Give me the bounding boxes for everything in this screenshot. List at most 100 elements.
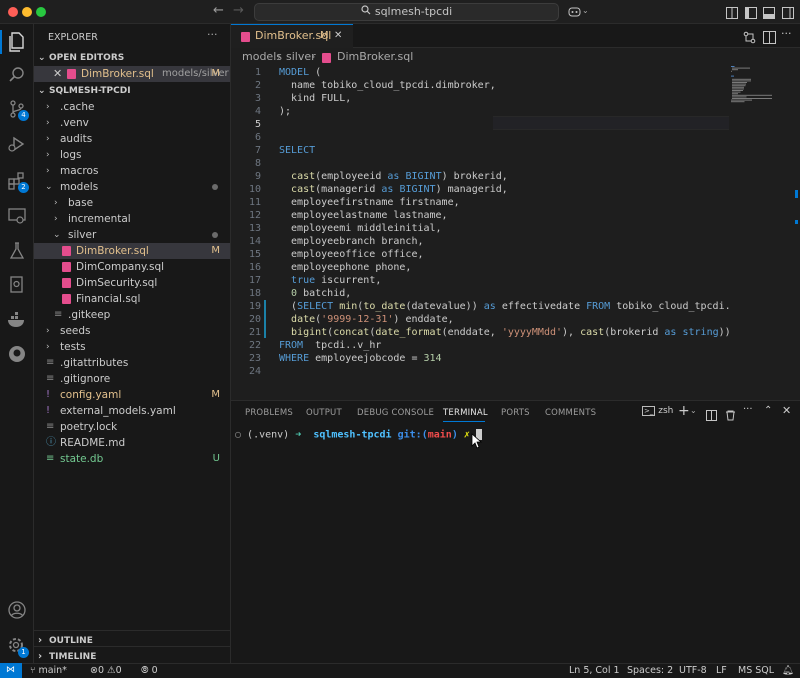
- settings-gear-icon[interactable]: 1: [5, 634, 29, 658]
- tree-item[interactable]: ⓘ README.md: [34, 435, 230, 451]
- line-number: 10: [248, 184, 261, 195]
- line-number: 17: [248, 275, 261, 286]
- code-line: (SELECT min(to_date(datevalue)) as effec…: [279, 301, 729, 312]
- github-icon[interactable]: [5, 342, 29, 366]
- toggle-panel-icon[interactable]: [763, 4, 776, 19]
- tree-item[interactable]: DimCompany.sql: [34, 259, 230, 275]
- tab-dimbroker[interactable]: DimBroker.sql M ✕: [231, 24, 353, 48]
- tree-item[interactable]: DimBroker.sql M: [34, 243, 230, 259]
- chevron-down-icon[interactable]: ⌄: [582, 6, 595, 20]
- ports-indicator[interactable]: ⦾ 0: [141, 664, 158, 678]
- testing-flask-icon[interactable]: [5, 239, 29, 263]
- chevron-right-icon: ›: [46, 134, 50, 144]
- compare-changes-icon[interactable]: [743, 29, 756, 48]
- tree-item-label: .venv: [60, 117, 89, 129]
- line-number: 24: [248, 366, 261, 377]
- tree-item[interactable]: › logs: [34, 147, 230, 163]
- more-actions-icon[interactable]: ···: [781, 27, 792, 40]
- terminal-profile[interactable]: >_ zsh: [642, 406, 673, 416]
- tab-output[interactable]: OUTPUT: [306, 408, 342, 418]
- chevron-right-icon: ›: [54, 214, 58, 224]
- tab-debug-console[interactable]: DEBUG CONSOLE: [357, 408, 434, 418]
- cursor-position[interactable]: Ln 5, Col 1: [569, 664, 620, 678]
- tab-problems[interactable]: PROBLEMS: [245, 408, 293, 418]
- forward-arrow-icon[interactable]: →: [233, 3, 244, 18]
- more-actions-icon[interactable]: ···: [743, 404, 753, 415]
- search-activity-icon[interactable]: [5, 63, 29, 87]
- close-icon[interactable]: ✕: [53, 66, 62, 82]
- line-endings[interactable]: LF: [716, 664, 727, 678]
- notifications-bell-icon[interactable]: 🔔︎: [782, 664, 794, 678]
- tree-item[interactable]: ! config.yaml M: [34, 387, 230, 403]
- minimap-line: [732, 67, 750, 69]
- open-editor-item[interactable]: ✕ DimBroker.sql models/silver M: [34, 66, 230, 82]
- tree-item[interactable]: ⌄ models: [34, 179, 230, 195]
- line-number: 16: [248, 262, 261, 273]
- problems-indicator[interactable]: ⊗0 ⚠0: [90, 664, 122, 678]
- close-panel-icon[interactable]: ✕: [782, 404, 791, 417]
- tree-item[interactable]: › .venv: [34, 115, 230, 131]
- tree-item[interactable]: › base: [34, 195, 230, 211]
- tree-item[interactable]: ≡ state.db U: [34, 451, 230, 467]
- split-terminal-icon[interactable]: [706, 406, 717, 425]
- tree-item[interactable]: › tests: [34, 339, 230, 355]
- toggle-secondary-sidebar-icon[interactable]: [782, 4, 795, 19]
- close-window-button[interactable]: [8, 7, 18, 17]
- toggle-primary-sidebar-icon[interactable]: [745, 4, 758, 19]
- close-icon[interactable]: ✕: [334, 25, 342, 47]
- tree-item[interactable]: Financial.sql: [34, 291, 230, 307]
- indentation[interactable]: Spaces: 2: [627, 664, 673, 678]
- split-editor-icon[interactable]: [763, 29, 776, 48]
- explorer-title: EXPLORER: [48, 32, 98, 43]
- tab-terminal[interactable]: TERMINAL: [443, 408, 488, 418]
- command-center-search[interactable]: sqlmesh-tpcdi: [254, 3, 559, 21]
- terminal-output[interactable]: ○ (.venv) ➜ sqlmesh-tpcdi git:(main) ✗: [235, 429, 482, 441]
- trash-icon[interactable]: [725, 406, 736, 425]
- new-terminal-icon[interactable]: +: [678, 403, 690, 419]
- tree-item[interactable]: › .cache: [34, 99, 230, 115]
- explorer-icon[interactable]: [5, 30, 29, 54]
- encoding[interactable]: UTF-8: [679, 664, 707, 678]
- minimize-window-button[interactable]: [22, 7, 32, 17]
- project-section[interactable]: ⌄ SQLMESH-TPCDI: [34, 81, 231, 101]
- activity-bar: 4 2 1: [0, 24, 34, 663]
- chevron-down-icon[interactable]: ⌄: [690, 406, 697, 415]
- source-control-icon[interactable]: 4: [5, 97, 29, 121]
- database-extension-icon[interactable]: [5, 273, 29, 297]
- tab-comments[interactable]: COMMENTS: [545, 408, 596, 418]
- tree-item[interactable]: ⌄ silver: [34, 227, 230, 243]
- tree-item[interactable]: › incremental: [34, 211, 230, 227]
- tree-item[interactable]: ≡ poetry.lock: [34, 419, 230, 435]
- open-editors-section[interactable]: ⌄ OPEN EDITORS: [34, 48, 231, 68]
- tree-item[interactable]: ≡ .gitignore: [34, 371, 230, 387]
- branch-indicator[interactable]: ⑂ main*: [30, 664, 67, 678]
- back-arrow-icon[interactable]: ←: [213, 3, 224, 18]
- zoom-window-button[interactable]: [36, 7, 46, 17]
- tree-item[interactable]: › seeds: [34, 323, 230, 339]
- account-icon[interactable]: [5, 598, 29, 622]
- remote-indicator[interactable]: ⋈: [0, 663, 22, 678]
- code-line: SELECT: [279, 145, 316, 156]
- extensions-icon[interactable]: 2: [5, 169, 29, 193]
- tree-item[interactable]: › audits: [34, 131, 230, 147]
- remote-explorer-icon[interactable]: [5, 204, 29, 228]
- tree-item[interactable]: ≡ .gitkeep: [34, 307, 230, 323]
- tree-item[interactable]: ! external_models.yaml: [34, 403, 230, 419]
- error-icon: ⊗: [90, 665, 98, 676]
- language-mode[interactable]: MS SQL: [738, 664, 774, 678]
- minimap[interactable]: [729, 64, 789, 400]
- modified-dot: [212, 184, 218, 190]
- code-editor[interactable]: 1 MODEL (2 name tobiko_cloud_tpcdi.dimbro…: [231, 64, 729, 400]
- run-debug-icon[interactable]: [5, 132, 29, 156]
- tree-item[interactable]: DimSecurity.sql: [34, 275, 230, 291]
- copilot-icon[interactable]: [568, 4, 581, 18]
- more-actions-icon[interactable]: ···: [207, 28, 218, 41]
- tree-item[interactable]: ≡ .gitattributes: [34, 355, 230, 371]
- docker-icon[interactable]: [5, 308, 29, 332]
- minimap-line: [732, 82, 747, 83]
- maximize-panel-icon[interactable]: ⌃: [764, 405, 772, 416]
- customize-layout-icon[interactable]: [726, 4, 739, 19]
- tree-item[interactable]: › macros: [34, 163, 230, 179]
- tab-ports[interactable]: PORTS: [501, 408, 530, 418]
- line-number: 3: [254, 93, 261, 104]
